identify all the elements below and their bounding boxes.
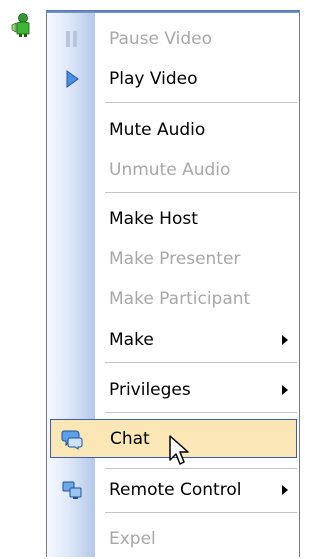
user-status-icon bbox=[11, 13, 30, 37]
menu-item-label: Privileges bbox=[109, 380, 191, 400]
submenu-arrow-icon bbox=[282, 335, 288, 345]
menu-separator bbox=[105, 362, 297, 363]
menu-item-label: Make bbox=[109, 330, 154, 350]
menu-item-make[interactable]: Make bbox=[47, 320, 299, 360]
menu-item-label: Mute Audio bbox=[109, 120, 206, 140]
menu-separator bbox=[105, 512, 297, 513]
menu-item-make-presenter[interactable]: Make Presenter bbox=[47, 239, 299, 279]
mouse-pointer-icon bbox=[169, 435, 189, 465]
remote-control-icon bbox=[62, 481, 82, 499]
submenu-arrow-icon bbox=[282, 485, 288, 495]
menu-separator bbox=[105, 192, 297, 193]
menu-item-privileges[interactable]: Privileges bbox=[47, 370, 299, 410]
menu-item-label: Unmute Audio bbox=[109, 160, 231, 180]
menu-separator bbox=[105, 412, 297, 413]
menu-item-mute-audio[interactable]: Mute Audio bbox=[47, 110, 299, 150]
menu-item-make-participant[interactable]: Make Participant bbox=[47, 279, 299, 319]
menu-item-play-video[interactable]: Play Video bbox=[47, 59, 299, 99]
menu-item-label: Remote Control bbox=[109, 480, 242, 500]
menu-item-label: Chat bbox=[110, 428, 150, 449]
menu-item-label: Make Presenter bbox=[109, 249, 241, 269]
menu-item-unmute-audio[interactable]: Unmute Audio bbox=[47, 150, 299, 190]
submenu-arrow-icon bbox=[282, 385, 288, 395]
menu-item-label: Make Host bbox=[109, 209, 198, 229]
menu-item-label: Make Participant bbox=[109, 289, 251, 309]
chat-icon bbox=[61, 430, 83, 450]
play-icon bbox=[66, 70, 79, 88]
menu-item-expel[interactable]: Expel bbox=[47, 519, 299, 559]
menu-item-remote-control[interactable]: Remote Control bbox=[47, 470, 299, 510]
menu-separator bbox=[105, 468, 297, 469]
menu-item-make-host[interactable]: Make Host bbox=[47, 199, 299, 239]
menu-item-label: Pause Video bbox=[109, 29, 213, 49]
menu-item-label: Expel bbox=[109, 529, 156, 549]
context-menu: Pause Video Play Video Mute Audio Unmute… bbox=[46, 10, 300, 557]
menu-item-label: Play Video bbox=[109, 69, 198, 89]
menu-separator bbox=[105, 102, 297, 103]
menu-item-pause-video[interactable]: Pause Video bbox=[47, 19, 299, 59]
pause-icon bbox=[66, 31, 77, 47]
